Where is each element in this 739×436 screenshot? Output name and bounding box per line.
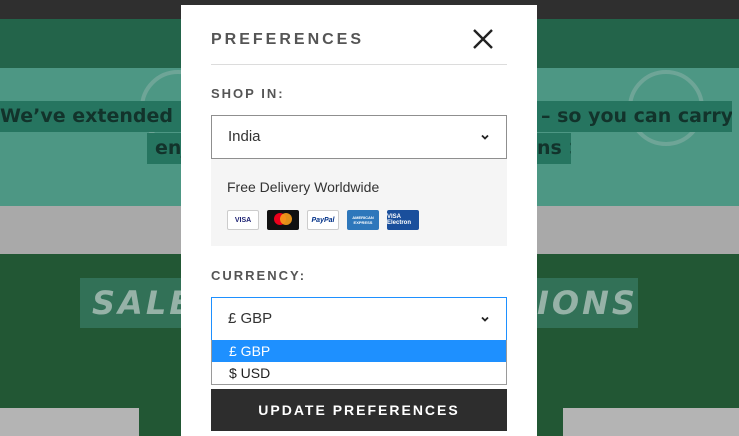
shop-in-value: India (228, 128, 261, 145)
currency-option-usd[interactable]: $ USD (212, 362, 506, 384)
close-icon (473, 29, 493, 49)
currency-dropdown-list: £ GBP $ USD (211, 340, 507, 385)
shop-in-select[interactable]: India (211, 115, 507, 159)
mastercard-logo (274, 213, 292, 225)
mastercard-icon (267, 210, 299, 230)
delivery-text: Free Delivery Worldwide (227, 179, 380, 195)
shop-in-label: SHOP IN: (211, 86, 285, 101)
preferences-modal: PREFERENCES SHOP IN: India Free Delivery… (181, 5, 537, 436)
amex-icon: AMERICAN EXPRESS (347, 210, 379, 230)
header-divider (211, 64, 507, 65)
currency-label: CURRENCY: (211, 268, 307, 283)
update-preferences-button[interactable]: UPDATE PREFERENCES (211, 389, 507, 431)
paypal-icon: PayPal (307, 210, 339, 230)
close-button[interactable] (470, 26, 496, 52)
chevron-down-icon (481, 134, 489, 140)
currency-select[interactable]: £ GBP (211, 297, 507, 341)
payment-methods: VISA PayPal AMERICAN EXPRESS VISA Electr… (227, 210, 419, 230)
delivery-info-box: Free Delivery Worldwide VISA PayPal AMER… (211, 159, 507, 246)
currency-option-gbp[interactable]: £ GBP (212, 340, 506, 362)
visa-electron-icon: VISA Electron (387, 210, 419, 230)
currency-value: £ GBP (228, 310, 273, 327)
visa-icon: VISA (227, 210, 259, 230)
chevron-down-icon (481, 316, 489, 322)
modal-title: PREFERENCES (211, 31, 365, 48)
